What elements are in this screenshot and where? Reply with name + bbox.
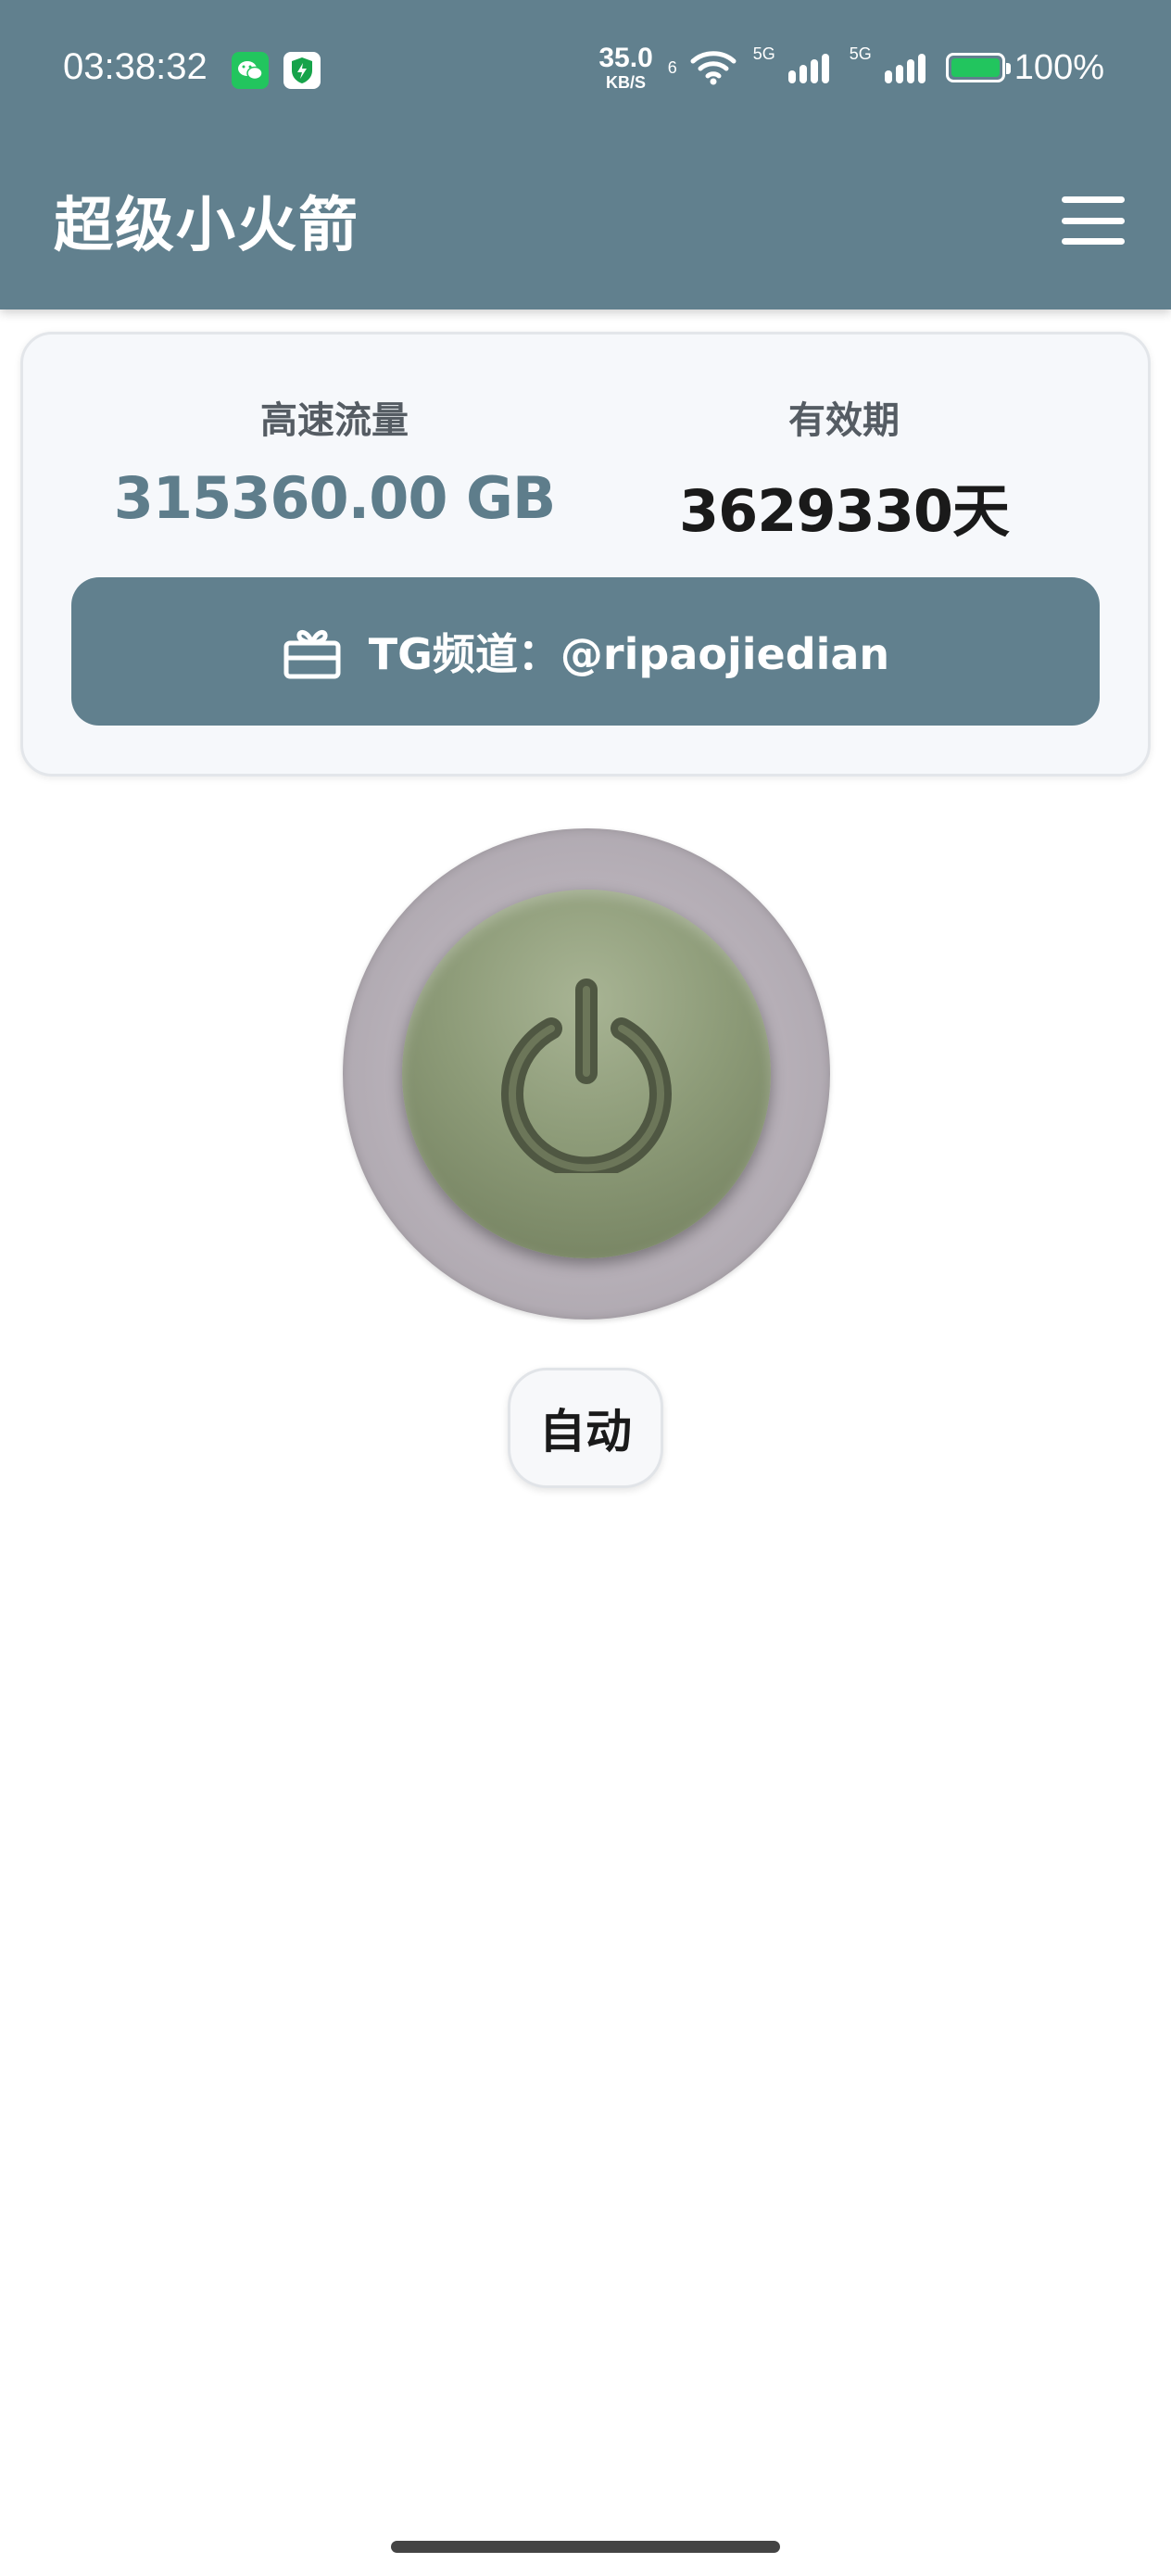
battery-charging-icon	[945, 53, 1011, 82]
menu-line	[1062, 217, 1125, 224]
tg-channel-button[interactable]: TG频道：@ripaojiedian	[71, 577, 1100, 726]
status-time: 03:38:32	[63, 46, 208, 87]
network-speed-unit: KB/S	[606, 73, 647, 92]
info-card: 高速流量 315360.00 GB 有效期 3629330天 TG频道：@rip…	[20, 332, 1151, 777]
wifi-label: 6	[667, 57, 677, 77]
menu-line	[1062, 196, 1125, 203]
wechat-icon	[232, 52, 269, 89]
validity-value: 3629330天	[679, 477, 1010, 545]
mode-selector-button[interactable]: 自动	[508, 1368, 663, 1488]
home-indicator[interactable]	[391, 2541, 780, 2553]
wifi-icon	[690, 50, 737, 85]
sim1-label: 5G	[752, 44, 775, 63]
power-button-face	[402, 890, 771, 1258]
status-indicators: 35.0 KB/S 6 5G 5G 100%	[598, 43, 1104, 92]
app-bar: 03:38:32 35.0 KB/S 6 5G 5G 100% 超级小火箭	[0, 0, 1171, 309]
traffic-label: 高速流量	[260, 399, 409, 442]
battery-fill	[951, 58, 1000, 77]
traffic-stat: 高速流量 315360.00 GB	[94, 390, 575, 532]
sim2-label: 5G	[849, 44, 872, 63]
gift-icon	[283, 629, 341, 679]
signal-icon	[884, 52, 925, 83]
battery-text: 100%	[1014, 47, 1104, 87]
app-title: 超级小火箭	[54, 192, 359, 260]
tg-channel-label: TG频道：@ripaojiedian	[368, 629, 890, 679]
signal-icon	[787, 52, 829, 83]
menu-line	[1062, 238, 1125, 245]
power-icon	[501, 979, 672, 1173]
connect-power-button[interactable]	[343, 828, 830, 1320]
validity-label: 有效期	[788, 399, 900, 442]
security-shield-icon	[283, 52, 321, 89]
hamburger-menu-icon[interactable]	[1062, 196, 1125, 245]
network-speed: 35.0 KB/S	[598, 43, 653, 92]
traffic-value: 315360.00 GB	[113, 464, 556, 532]
validity-stat: 有效期 3629330天	[603, 390, 1085, 548]
network-speed-value: 35.0	[598, 43, 653, 73]
